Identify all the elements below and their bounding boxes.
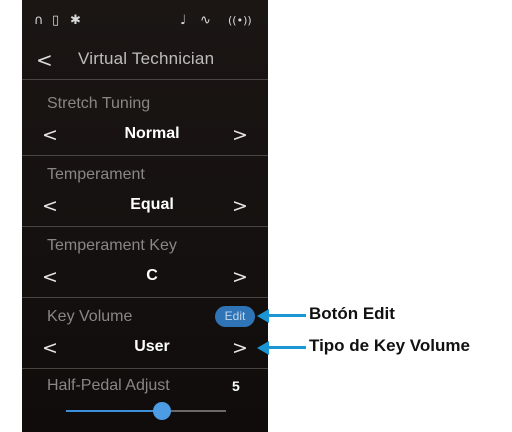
next-button[interactable]: >	[232, 337, 248, 359]
usb-icon: ▯	[52, 13, 60, 28]
metronome-icon: ♩	[180, 13, 187, 28]
prev-button[interactable]: <	[42, 124, 58, 146]
half-pedal-value: 5	[232, 378, 240, 394]
divider	[22, 297, 268, 298]
setting-value: Normal	[124, 125, 180, 142]
status-bar: ∩ ▯ ✱ ♩ ∿ ((•))	[22, 0, 268, 44]
setting-value: Equal	[130, 196, 174, 213]
callout-key-volume-label: Tipo de Key Volume	[309, 336, 470, 355]
setting-label: Temperament	[47, 166, 145, 183]
headphones-icon: ∩	[34, 13, 44, 28]
setting-label: Stretch Tuning	[47, 95, 151, 112]
prev-button[interactable]: <	[42, 337, 58, 359]
wireless-icon: ((•))	[228, 14, 252, 27]
divider	[22, 155, 268, 156]
next-button[interactable]: >	[232, 124, 248, 146]
prev-button[interactable]: <	[42, 266, 58, 288]
back-button[interactable]: <	[36, 48, 53, 72]
prev-button[interactable]: <	[42, 195, 58, 217]
setting-label: Key Volume	[47, 308, 133, 325]
callout-line	[268, 314, 306, 317]
edit-button[interactable]: Edit	[215, 306, 255, 327]
callout-edit-label: Botón Edit	[309, 304, 395, 323]
setting-value: C	[146, 267, 158, 284]
setting-label: Half-Pedal Adjust	[47, 377, 170, 394]
callout-line	[268, 346, 306, 349]
divider	[22, 368, 268, 369]
slider-thumb[interactable]	[153, 402, 171, 420]
next-button[interactable]: >	[232, 266, 248, 288]
header: < Virtual Technician	[22, 44, 268, 78]
setting-value: User	[134, 338, 170, 355]
bluetooth-icon: ✱	[70, 13, 81, 28]
page-title: Virtual Technician	[78, 49, 215, 68]
setting-label: Temperament Key	[47, 237, 177, 254]
divider	[22, 226, 268, 227]
next-button[interactable]: >	[232, 195, 248, 217]
divider	[22, 79, 268, 80]
instrument-screen: ∩ ▯ ✱ ♩ ∿ ((•)) < Virtual Technician Str…	[22, 0, 268, 432]
sound-icon: ∿	[200, 13, 211, 28]
slider-fill	[66, 410, 162, 412]
